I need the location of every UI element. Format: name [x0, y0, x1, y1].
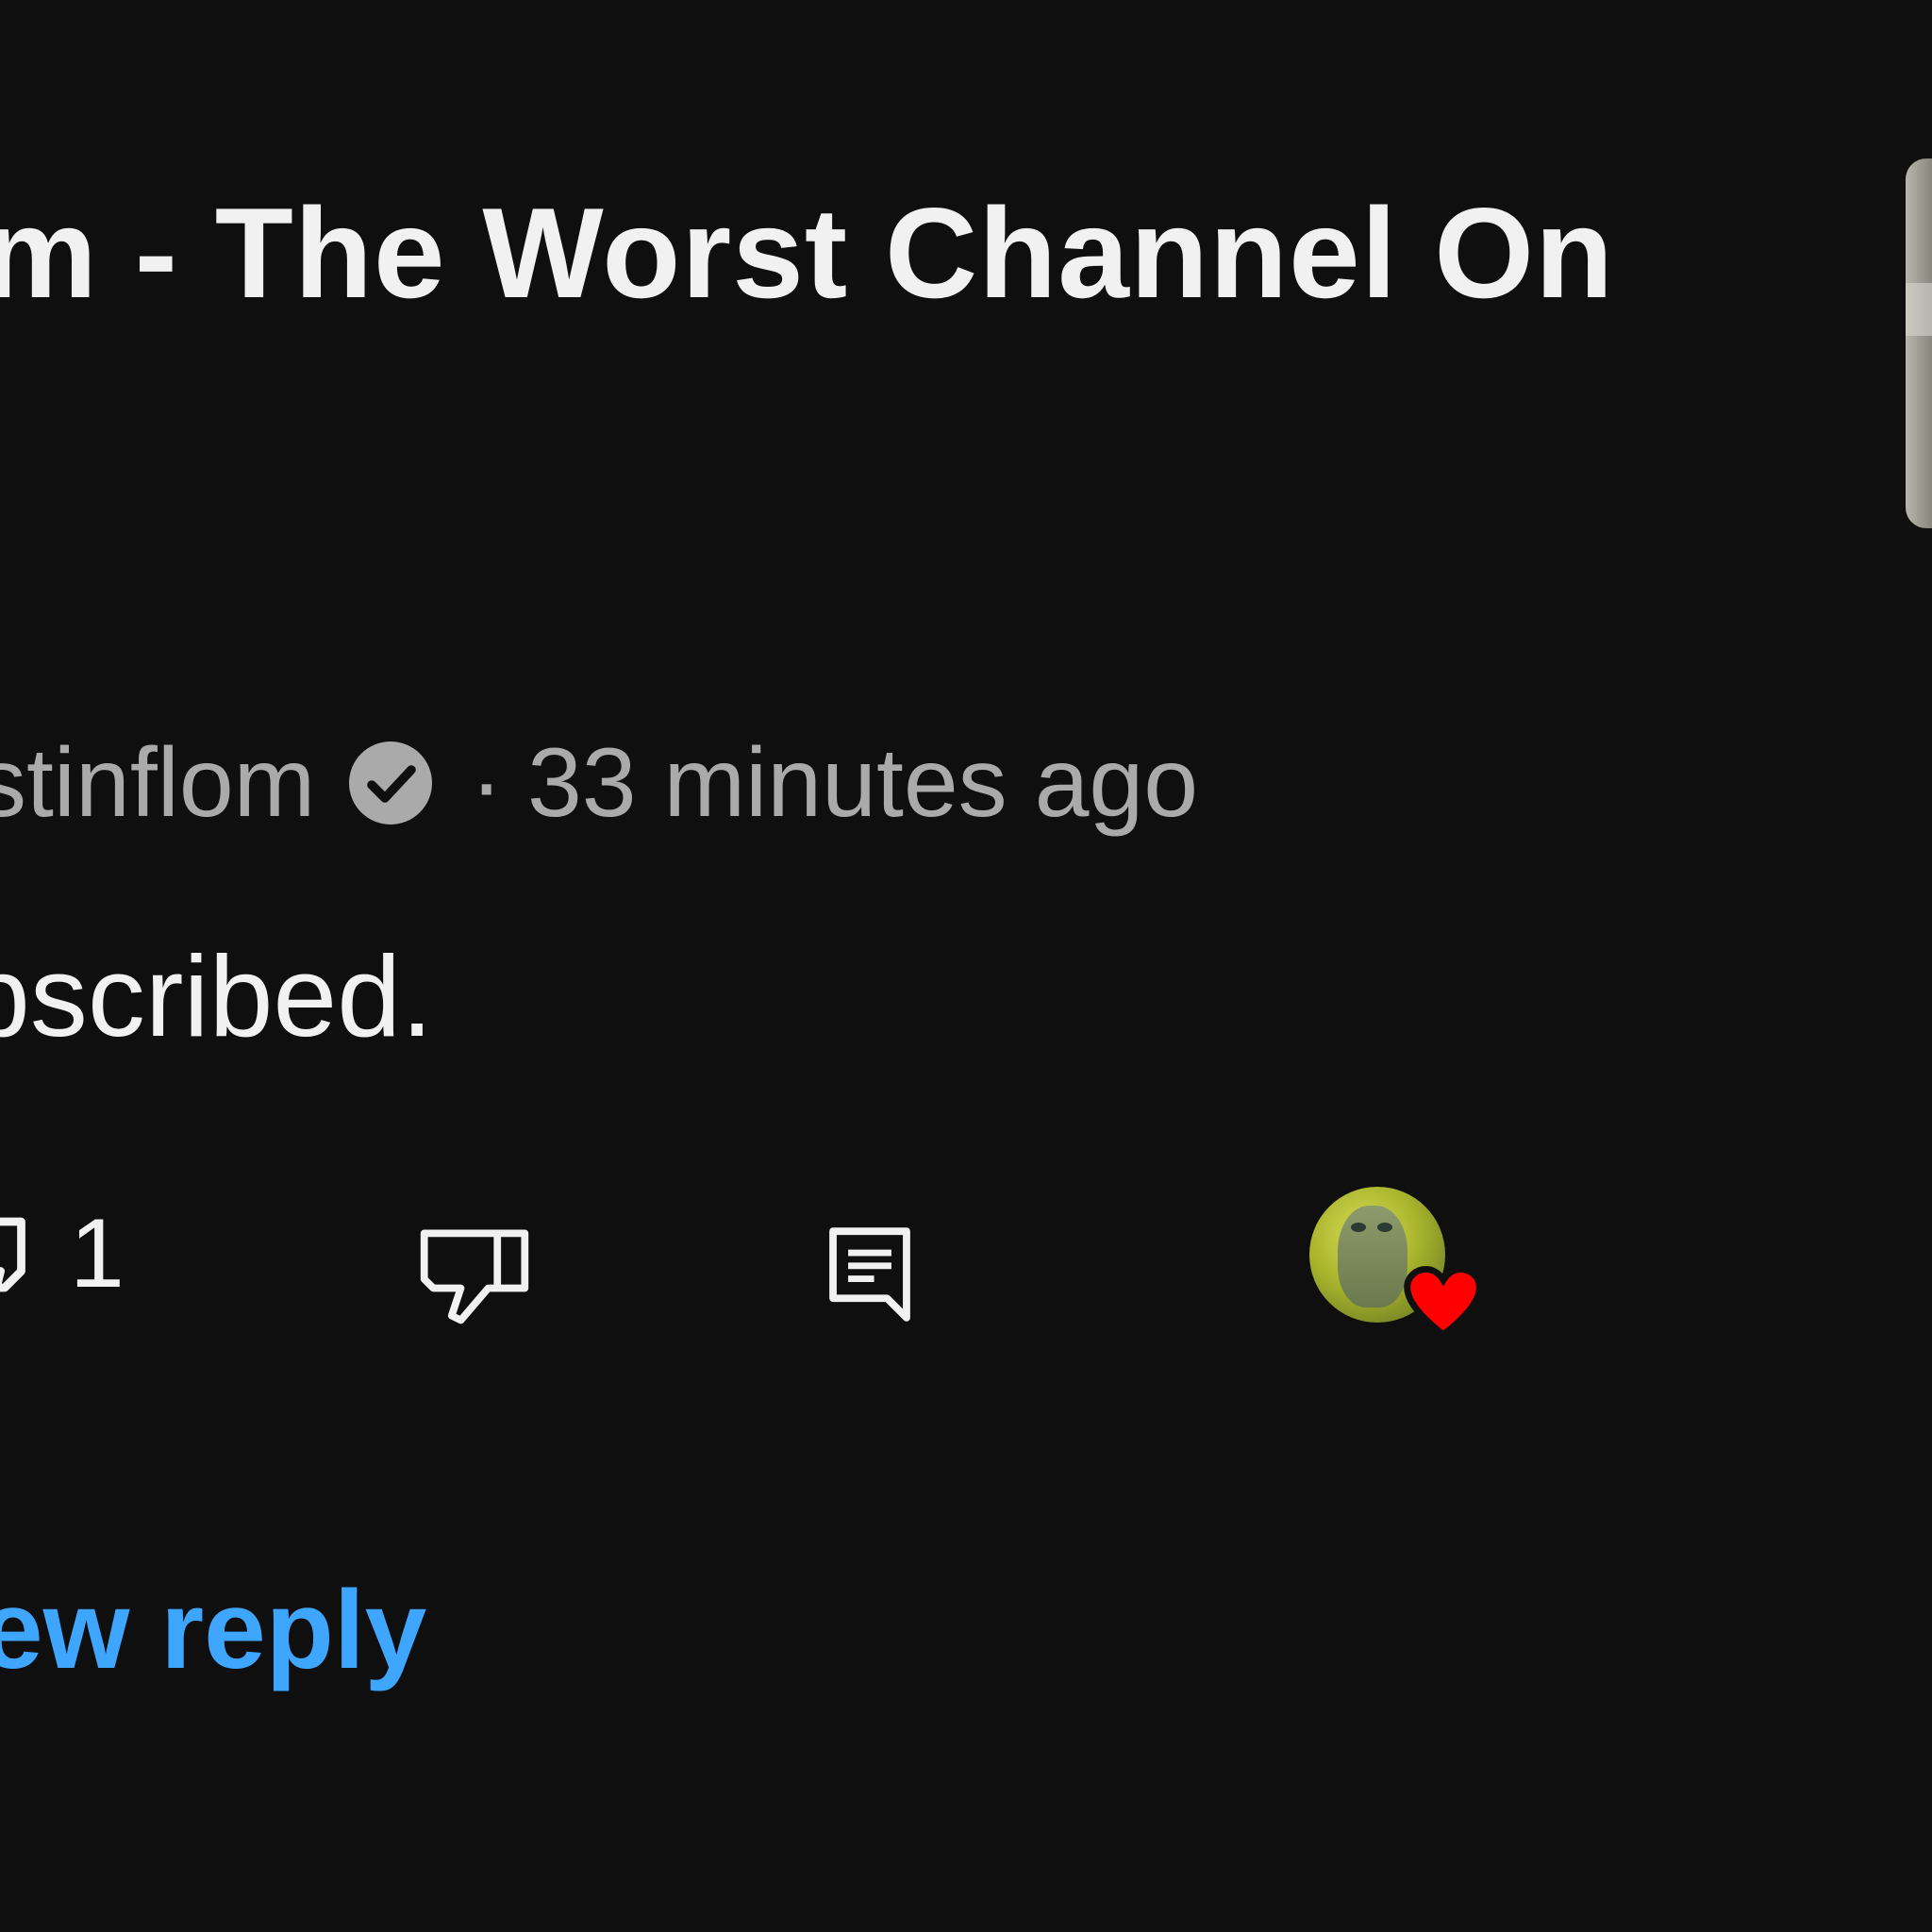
comment-meta: stinflom · 33 minutes ago — [0, 726, 1198, 840]
avatar-eye-right — [1377, 1223, 1392, 1232]
like-count: 1 — [70, 1199, 125, 1308]
avatar-eye-left — [1351, 1223, 1366, 1232]
like-button[interactable]: 1 — [0, 1198, 125, 1310]
comment-reply-icon[interactable] — [824, 1223, 915, 1326]
view-replies-link[interactable]: ew reply — [0, 1566, 426, 1694]
thumbs-down-icon[interactable] — [413, 1215, 536, 1334]
video-title[interactable]: m - The Worst Channel On — [0, 179, 1614, 326]
thumbnail-image-detail — [1906, 283, 1932, 336]
thumbs-up-icon — [0, 1217, 25, 1291]
heart-icon — [1404, 1266, 1483, 1339]
meta-separator: · — [470, 727, 503, 838]
comment-text: bscribed. — [0, 932, 434, 1060]
comment-actions: 1 — [0, 1179, 1932, 1368]
avatar-face — [1338, 1206, 1407, 1307]
comment-author[interactable]: stinflom — [0, 727, 315, 840]
verified-check-icon — [349, 741, 433, 824]
comment-timestamp: 33 minutes ago — [526, 727, 1199, 838]
video-thumbnail[interactable] — [1906, 158, 1932, 528]
creator-heart-badge — [1309, 1187, 1485, 1353]
